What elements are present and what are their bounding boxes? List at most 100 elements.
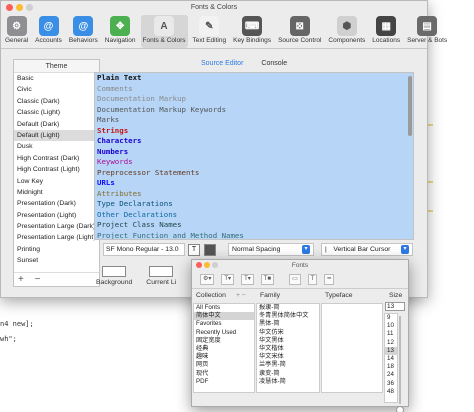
size-list[interactable]: 9 10 11 12 13 14 18 24 36 48: [384, 313, 398, 403]
syntax-scrollbar[interactable]: [408, 76, 412, 136]
toolbar-item-navigation[interactable]: ✥ Navigation: [103, 15, 138, 48]
syntax-item[interactable]: Documentation Markup: [95, 94, 413, 105]
cursor-dropdown[interactable]: | Vertical Bar Cursor ▾: [321, 243, 413, 256]
toolbar-item-components[interactable]: ⬢ Components: [326, 15, 367, 48]
size-item[interactable]: 12: [385, 339, 397, 347]
color-well[interactable]: [149, 266, 174, 277]
minimize-button[interactable]: [16, 4, 23, 11]
syntax-item[interactable]: Preprocessor Statements: [95, 167, 413, 178]
size-item[interactable]: 14: [385, 355, 397, 363]
size-slider-knob[interactable]: [396, 406, 404, 412]
toolbar-item-locations[interactable]: ▦ Locations: [370, 15, 402, 48]
toolbar-item-source-control[interactable]: ⊠ Source Control: [276, 15, 323, 48]
theme-item[interactable]: Presentation Large (Dark): [14, 221, 99, 232]
zoom-button[interactable]: [26, 4, 33, 11]
collection-item[interactable]: Favorites: [194, 320, 254, 328]
text-color-icon[interactable]: T■: [260, 274, 275, 285]
color-well[interactable]: [102, 266, 127, 277]
collection-item[interactable]: 趣味: [194, 353, 254, 361]
family-item[interactable]: 报隶-简: [257, 304, 319, 312]
collection-item[interactable]: 网页: [194, 361, 254, 369]
toolbar-item-text-editing[interactable]: ✎ Text Editing: [191, 15, 229, 48]
theme-item[interactable]: Classic (Light): [14, 107, 99, 118]
family-item[interactable]: 华文楷体: [257, 345, 319, 353]
syntax-item[interactable]: Marks: [95, 115, 413, 126]
font-t-button[interactable]: T: [188, 243, 200, 256]
syntax-item[interactable]: Comments: [95, 83, 413, 94]
theme-item[interactable]: Civic: [14, 84, 99, 95]
gear-icon[interactable]: ⚙▾: [200, 274, 215, 285]
syntax-item[interactable]: Documentation Markup Keywords: [95, 104, 413, 115]
theme-item[interactable]: Classic (Dark): [14, 96, 99, 107]
collection-item[interactable]: 固定宽度: [194, 337, 254, 345]
collection-item[interactable]: 现代: [194, 370, 254, 378]
theme-item[interactable]: High Contrast (Light): [14, 164, 99, 175]
syntax-item[interactable]: Project Function and Method Names: [95, 230, 413, 239]
collection-item[interactable]: 简体中文: [194, 312, 254, 321]
minimize-button[interactable]: [204, 262, 210, 268]
collection-item[interactable]: 经典: [194, 345, 254, 353]
theme-item[interactable]: Presentation Large (Light): [14, 232, 99, 243]
spacing-dropdown[interactable]: Normal Spacing ▾: [228, 243, 314, 256]
toolbar-item-fonts-colors[interactable]: A Fonts & Colors: [140, 15, 188, 48]
background-swatch[interactable]: Background: [96, 266, 132, 286]
size-item[interactable]: 36: [385, 380, 397, 388]
theme-item[interactable]: Default (Light): [14, 129, 99, 142]
underline-icon[interactable]: T▾: [221, 274, 235, 285]
syntax-item[interactable]: Keywords: [95, 157, 413, 168]
remove-theme-button[interactable]: −: [35, 274, 41, 285]
toolbar-item-server-bots[interactable]: ▤ Server & Bots: [405, 15, 449, 48]
collection-item[interactable]: PDF: [194, 378, 254, 386]
theme-item[interactable]: Sunset: [14, 255, 99, 266]
size-item[interactable]: 10: [385, 322, 397, 330]
size-item[interactable]: 48: [385, 388, 397, 396]
toolbar-item-accounts[interactable]: @ Accounts: [33, 15, 64, 48]
collection-item[interactable]: Recently Used: [194, 329, 254, 337]
add-collection-button[interactable]: + −: [236, 292, 246, 299]
theme-item[interactable]: Midnight: [14, 187, 99, 198]
strikethrough-icon[interactable]: T▾: [241, 274, 254, 285]
syntax-item[interactable]: Strings: [95, 125, 413, 136]
theme-item[interactable]: Low Key: [14, 176, 99, 187]
toolbar-item-behaviors[interactable]: @ Behaviors: [67, 15, 100, 48]
syntax-item[interactable]: URLs: [95, 178, 413, 189]
syntax-item[interactable]: Numbers: [95, 146, 413, 157]
current-line-swatch[interactable]: Current Li: [146, 266, 176, 286]
document-color-icon[interactable]: ▭: [289, 274, 301, 285]
size-item[interactable]: 13: [385, 346, 397, 355]
add-theme-button[interactable]: +: [18, 274, 24, 285]
size-slider[interactable]: [399, 316, 401, 404]
font-field[interactable]: SF Mono Regular - 13.0: [103, 243, 185, 256]
collection-item[interactable]: All Fonts: [194, 304, 254, 312]
theme-item[interactable]: Printing: [14, 244, 99, 255]
size-input[interactable]: 13: [385, 302, 405, 311]
tab-source-editor[interactable]: Source Editor: [201, 60, 243, 67]
syntax-item[interactable]: Plain Text: [95, 73, 413, 84]
close-button[interactable]: [196, 262, 202, 268]
theme-item[interactable]: Basic: [14, 73, 99, 84]
family-item[interactable]: 凌慧体-简: [257, 378, 319, 386]
close-button[interactable]: [6, 4, 13, 11]
syntax-item[interactable]: Attributes: [95, 188, 413, 199]
family-item[interactable]: 华文黑体: [257, 337, 319, 345]
size-item[interactable]: 18: [385, 363, 397, 371]
zoom-button[interactable]: [212, 262, 218, 268]
toolbar-item-general[interactable]: ⚙ General: [3, 15, 30, 48]
family-item[interactable]: 黑体-简: [257, 320, 319, 328]
typeface-list[interactable]: [321, 303, 383, 393]
font-grid-button[interactable]: [204, 243, 216, 256]
shadow-icon[interactable]: T: [307, 274, 318, 285]
shadow-slider-icon[interactable]: ━: [324, 274, 335, 285]
theme-item[interactable]: Presentation (Light): [14, 210, 99, 221]
theme-item[interactable]: High Contrast (Dark): [14, 153, 99, 164]
syntax-item[interactable]: Other Declarations: [95, 209, 413, 220]
size-item[interactable]: 11: [385, 330, 397, 338]
collection-list[interactable]: All Fonts 简体中文 Favorites Recently Used 固定宽度经…: [193, 303, 255, 393]
syntax-item[interactable]: Project Class Names: [95, 220, 413, 231]
size-item[interactable]: 9: [385, 314, 397, 322]
theme-item[interactable]: Default (Dark): [14, 119, 99, 130]
theme-item[interactable]: Dusk: [14, 141, 99, 152]
tab-console[interactable]: Console: [261, 60, 287, 67]
syntax-item[interactable]: Characters: [95, 136, 413, 147]
size-item[interactable]: 24: [385, 371, 397, 379]
